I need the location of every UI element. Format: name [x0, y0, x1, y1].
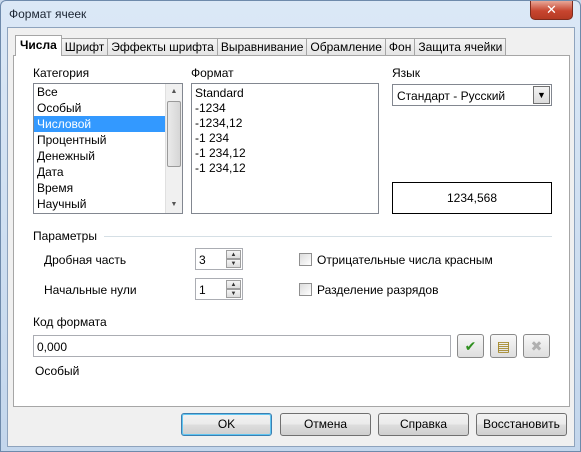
spin-down-icon[interactable]: ▼	[226, 289, 241, 298]
decimal-places-value[interactable]: 3	[199, 253, 206, 267]
list-item[interactable]: Особый	[34, 100, 182, 116]
window-title: Формат ячеек	[9, 7, 87, 21]
ok-button[interactable]: OK	[181, 413, 272, 436]
list-item[interactable]: Все	[34, 84, 182, 100]
tab-font-effects[interactable]: Эффекты шрифта	[107, 38, 218, 56]
format-list[interactable]: Standard -1234 -1234,12 -1 234 -1 234,12…	[191, 83, 379, 214]
format-status-text: Особый	[35, 364, 80, 378]
options-group-label: Параметры	[33, 229, 97, 243]
category-list[interactable]: Все Особый Числовой Процентный Денежный …	[33, 83, 183, 214]
close-icon[interactable]: ✕	[546, 2, 557, 17]
list-item[interactable]: Время	[34, 180, 182, 196]
tab-font[interactable]: Шрифт	[60, 38, 109, 56]
format-cells-dialog: Формат ячеек ✕ Числа Шрифт Эффекты шрифт…	[0, 0, 581, 452]
language-select[interactable]: Стандарт - Русский ▼	[392, 84, 552, 106]
numbers-tab-page: Категория Все Особый Числовой Процентный…	[13, 55, 570, 407]
leading-zeros-label: Начальные нули	[44, 283, 137, 297]
format-code-label: Код формата	[33, 315, 107, 329]
dialog-client: Числа Шрифт Эффекты шрифта Выравнивание …	[7, 27, 575, 447]
list-item[interactable]: -1 234,12	[192, 161, 378, 176]
titlebar: Формат ячеек ✕	[1, 1, 580, 27]
decimal-places-label: Дробная часть	[44, 253, 127, 267]
delete-code-button[interactable]: ✖	[523, 334, 550, 358]
language-value: Стандарт - Русский	[397, 89, 506, 103]
scroll-up-icon[interactable]: ▲	[166, 84, 182, 100]
tab-borders[interactable]: Обрамление	[306, 38, 386, 56]
decimal-places-stepper[interactable]: 3 ▲ ▼	[195, 248, 243, 270]
tab-alignment[interactable]: Выравнивание	[216, 38, 308, 56]
chevron-down-icon[interactable]: ▼	[533, 86, 550, 104]
leading-zeros-stepper[interactable]: 1 ▲ ▼	[195, 278, 243, 300]
format-label: Формат	[191, 66, 234, 80]
help-button[interactable]: Справка	[378, 413, 469, 436]
checkmark-icon[interactable]: ✔	[465, 338, 477, 354]
spin-down-icon[interactable]: ▼	[226, 259, 241, 268]
options-separator	[104, 236, 552, 237]
scroll-down-icon[interactable]: ▼	[166, 197, 182, 213]
tab-numbers[interactable]: Числа	[15, 35, 62, 56]
scroll-thumb[interactable]	[167, 101, 181, 167]
tab-background[interactable]: Фон	[384, 38, 416, 56]
tab-bar: Числа Шрифт Эффекты шрифта Выравнивание …	[15, 35, 507, 56]
list-item[interactable]: -1234,12	[192, 116, 378, 131]
list-item[interactable]: Процентный	[34, 132, 182, 148]
cancel-button[interactable]: Отмена	[280, 413, 371, 436]
list-item[interactable]: Научный	[34, 196, 182, 212]
delete-icon[interactable]: ✖	[531, 338, 543, 354]
list-item[interactable]: Standard	[192, 86, 378, 101]
negative-red-checkbox[interactable]	[299, 253, 312, 266]
format-code-input[interactable]: 0,000	[33, 335, 451, 357]
preview-value: 1234,568	[446, 191, 498, 205]
negative-red-label[interactable]: Отрицательные числа красным	[317, 253, 493, 267]
thousands-separator-checkbox[interactable]	[299, 283, 312, 296]
spin-up-icon[interactable]: ▲	[226, 250, 241, 259]
list-item-selected[interactable]: Числовой	[34, 116, 182, 132]
category-scrollbar[interactable]: ▲ ▼	[165, 84, 182, 213]
list-item[interactable]: -1 234	[192, 131, 378, 146]
format-preview: 1234,568	[392, 182, 552, 214]
leading-zeros-value[interactable]: 1	[199, 283, 206, 297]
list-item[interactable]: Дата	[34, 164, 182, 180]
tab-cell-protection[interactable]: Защита ячейки	[414, 38, 507, 56]
apply-code-button[interactable]: ✔	[457, 334, 484, 358]
spin-up-icon[interactable]: ▲	[226, 280, 241, 289]
category-label: Категория	[33, 66, 90, 80]
thousands-separator-label[interactable]: Разделение разрядов	[317, 283, 438, 297]
list-item[interactable]: -1234	[192, 101, 378, 116]
list-item[interactable]: Денежный	[34, 148, 182, 164]
list-item[interactable]: -1 234,12	[192, 146, 378, 161]
add-comment-button[interactable]: ▤	[490, 334, 517, 358]
note-icon[interactable]: ▤	[497, 338, 510, 354]
format-code-value[interactable]: 0,000	[37, 340, 67, 354]
close-button[interactable]: ✕	[530, 1, 573, 20]
reset-button[interactable]: Восстановить	[476, 413, 567, 436]
language-label: Язык	[392, 66, 421, 80]
